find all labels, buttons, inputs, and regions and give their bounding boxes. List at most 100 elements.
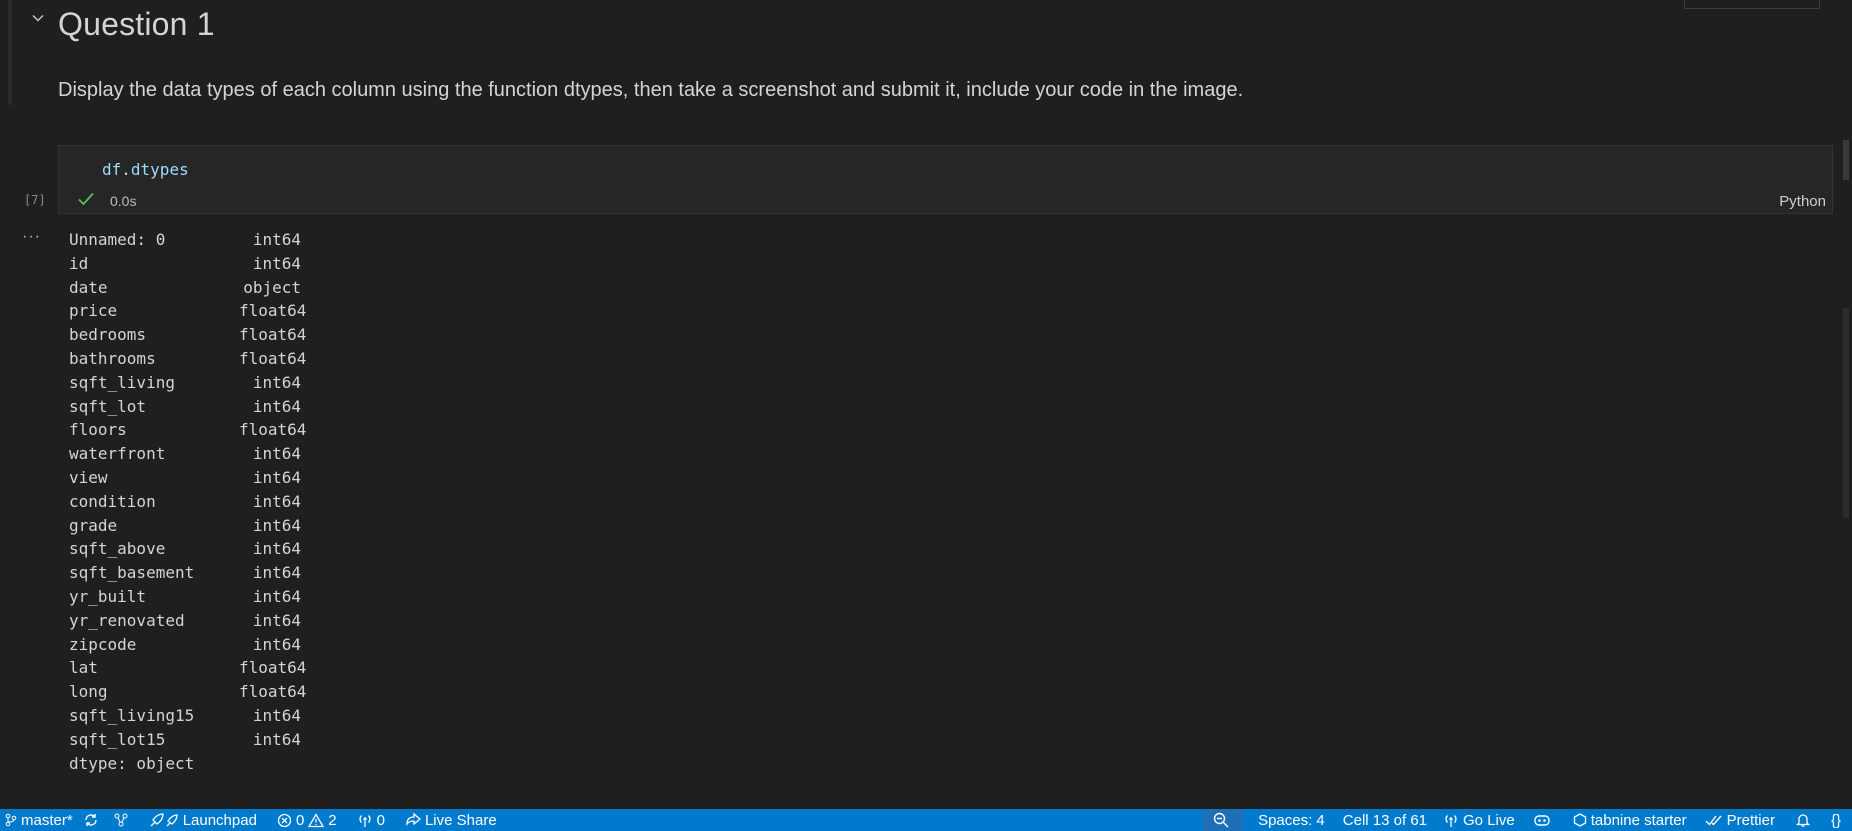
output-row: sqft_above int64 — [69, 537, 301, 561]
chevron-down-icon — [32, 14, 44, 22]
column-name: Unnamed: 0 — [69, 230, 166, 249]
column-name: lat — [69, 658, 98, 678]
output-row: sqft_lot int64 — [69, 395, 301, 419]
indentation-button[interactable]: Spaces: 4 — [1253, 809, 1330, 831]
column-name: sqft_lot15 — [69, 729, 166, 749]
output-more-actions-button[interactable]: ··· — [22, 228, 41, 246]
double-check-icon — [1705, 815, 1722, 826]
prettier-button[interactable]: Prettier — [1700, 809, 1780, 831]
error-icon — [277, 813, 292, 827]
column-name: condition — [69, 491, 156, 511]
output-row: floors float64 — [69, 418, 307, 442]
output-row: sqft_living15 int64 — [69, 704, 301, 728]
live-share-label: Live Share — [424, 811, 497, 829]
column-dtype: int64 — [252, 563, 301, 583]
column-dtype: float64 — [239, 682, 307, 702]
column-name: sqft_basement — [69, 563, 195, 583]
launchpad-button[interactable]: Launchpad — [144, 809, 262, 831]
sync-button[interactable] — [78, 809, 108, 831]
output-row: lat float64 — [69, 656, 307, 680]
tabnine-button[interactable]: tabnine starter — [1568, 809, 1692, 831]
ports-button[interactable]: 0 — [352, 809, 390, 831]
column-dtype: int64 — [252, 396, 301, 416]
code-dot: . — [121, 160, 131, 179]
output-row: price float64 — [69, 299, 306, 323]
column-name: sqft_living — [69, 372, 175, 392]
output-row: waterfront int64 — [69, 442, 301, 466]
copilot-icon — [1534, 815, 1550, 826]
git-branch-icon — [5, 813, 17, 827]
check-icon — [78, 192, 94, 206]
code-editor-line[interactable]: df.dtypes — [102, 160, 189, 179]
git-branch[interactable]: master* — [0, 809, 78, 831]
tabnine-icon — [1573, 813, 1586, 827]
zoom-out-button[interactable] — [1203, 809, 1244, 831]
column-name: waterfront — [69, 444, 166, 464]
bell-icon — [1795, 814, 1811, 827]
column-name: long — [69, 682, 108, 702]
cell-focus-rail — [8, 0, 12, 105]
column-dtype: int64 — [252, 372, 301, 392]
column-name: price — [69, 301, 118, 321]
tabnine-label: tabnine starter — [1590, 811, 1687, 829]
go-live-button[interactable]: Go Live — [1438, 809, 1520, 831]
cell-position-indicator[interactable]: Cell 13 of 61 — [1338, 809, 1432, 831]
column-name: floors — [69, 420, 127, 440]
output-row: Unnamed: 0 int64 — [69, 228, 301, 252]
code-attribute: dtypes — [130, 160, 189, 179]
column-dtype: float64 — [239, 658, 307, 678]
broadcast-icon — [359, 815, 371, 827]
language-status-button[interactable]: {} — [1826, 809, 1846, 831]
notifications-button[interactable] — [1790, 809, 1820, 831]
column-name: date — [69, 277, 108, 297]
column-dtype: int64 — [252, 634, 301, 654]
output-row: sqft_lot15 int64 — [69, 728, 301, 752]
code-variable: df — [102, 160, 122, 179]
output-row: bedrooms float64 — [69, 323, 307, 347]
scrollbar[interactable] — [1843, 140, 1849, 518]
problems-button[interactable]: 0 2 — [272, 809, 342, 831]
column-name: bathrooms — [69, 348, 156, 368]
scroll-thumb[interactable] — [1843, 140, 1849, 180]
output-row: yr_renovated int64 — [69, 609, 301, 633]
collapse-section-button[interactable] — [26, 6, 50, 30]
column-name: sqft_above — [69, 539, 166, 559]
column-dtype: int64 — [252, 230, 301, 249]
column-name: id — [69, 253, 89, 273]
output-row: bathrooms float64 — [69, 347, 306, 371]
output-row: date object — [69, 276, 301, 300]
output-footer: dtype: object — [69, 753, 195, 773]
output-row: id int64 — [69, 252, 301, 276]
column-dtype: float64 — [239, 420, 307, 440]
code-cell[interactable]: df.dtypes 0.0s Python — [58, 145, 1833, 214]
cell-output: Unnamed: 0 int64 id int64 date object price flo… — [69, 228, 307, 775]
column-dtype: int64 — [252, 491, 301, 511]
broadcast-icon — [1445, 815, 1457, 827]
kernel-language-picker[interactable]: Python — [1779, 193, 1826, 210]
output-row: zipcode int64 — [69, 633, 301, 657]
branch-name: master* — [21, 811, 73, 829]
warning-icon — [308, 812, 325, 827]
zoom-out-icon — [1213, 812, 1229, 828]
live-share-icon — [406, 812, 421, 827]
copilot-button[interactable] — [1528, 809, 1560, 831]
launchpad-label: Launchpad — [182, 811, 257, 829]
column-name: bedrooms — [69, 325, 147, 345]
output-row: long float64 — [69, 680, 307, 704]
source-graph-button[interactable] — [108, 809, 138, 831]
live-share-button[interactable]: Live Share — [400, 809, 502, 831]
rocket-icon — [150, 813, 178, 827]
prettier-label: Prettier — [1726, 811, 1775, 829]
column-dtype: int64 — [252, 586, 301, 606]
column-dtype: int64 — [252, 253, 301, 273]
output-row: sqft_basement int64 — [69, 561, 301, 585]
sync-icon — [84, 814, 97, 826]
column-name: yr_renovated — [69, 610, 185, 630]
graph-icon — [114, 813, 128, 827]
scroll-track-highlight — [1843, 308, 1849, 518]
column-dtype: int64 — [252, 705, 301, 725]
column-dtype: int64 — [252, 539, 301, 559]
column-name: sqft_lot — [69, 396, 147, 416]
column-dtype: float64 — [239, 325, 307, 345]
output-row: yr_built int64 — [69, 585, 301, 609]
